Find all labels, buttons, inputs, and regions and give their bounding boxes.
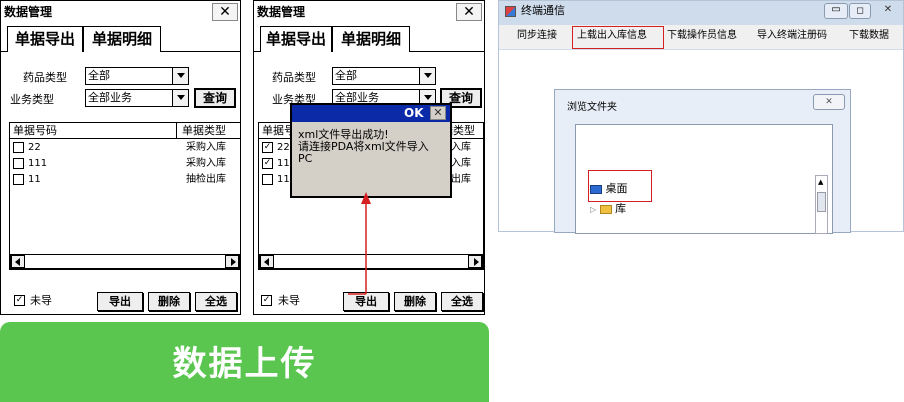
- bill-code: 22: [28, 142, 41, 153]
- chevron-down-icon[interactable]: [172, 90, 188, 106]
- biz-type-select[interactable]: 全部业务: [85, 89, 189, 107]
- app-title: 终端通信: [521, 4, 565, 17]
- bill-list: 单据号码 单据类型 22 采购入库 111 采购入库 11 抽检出库: [9, 122, 241, 270]
- table-row[interactable]: 11 抽检出库: [10, 172, 240, 188]
- column-header-bill-no[interactable]: 单据号码: [13, 123, 57, 138]
- scroll-left-icon[interactable]: [260, 255, 274, 268]
- select-all-button[interactable]: 全选: [441, 292, 483, 311]
- tab-row: 单据导出 单据明细: [254, 24, 484, 52]
- tab-bill-detail[interactable]: 单据明细: [332, 26, 410, 52]
- bill-code: 111: [28, 158, 48, 169]
- unexported-checkbox[interactable]: ✓: [14, 295, 25, 306]
- tree-item-label: 库: [615, 202, 627, 215]
- banner-title: 数据上传: [172, 344, 317, 384]
- window-title: 数据管理: [1, 1, 240, 23]
- scroll-thumb[interactable]: [817, 192, 826, 212]
- close-icon[interactable]: ✕: [873, 3, 903, 19]
- unexported-label: 未导: [278, 294, 300, 307]
- drug-type-select[interactable]: 全部: [85, 67, 189, 85]
- row-checkbox[interactable]: [13, 158, 24, 169]
- red-arrow-annotation: [348, 192, 371, 295]
- drug-type-label: 药品类型: [23, 71, 67, 84]
- table-row[interactable]: 22 采购入库: [10, 140, 240, 156]
- scroll-up-icon[interactable]: ▲: [818, 178, 823, 186]
- tab-row: 单据导出 单据明细: [1, 24, 240, 52]
- browse-close-button[interactable]: ✕: [813, 94, 845, 110]
- row-checkbox[interactable]: [13, 174, 24, 185]
- tab-bill-export[interactable]: 单据导出: [7, 26, 83, 52]
- list-header: 单据号码 单据类型: [10, 123, 240, 139]
- drug-type-select[interactable]: 全部: [332, 67, 436, 85]
- menu-download-data[interactable]: 下载数据: [849, 25, 889, 47]
- menu-import-terminal-code[interactable]: 导入终端注册码: [757, 25, 827, 47]
- dialog-message-line3: PC: [298, 152, 313, 165]
- close-button[interactable]: ✕: [212, 3, 238, 21]
- highlight-upload-menu: [572, 26, 664, 49]
- bill-code: 11: [28, 174, 41, 185]
- data-upload-banner: 数据上传: [0, 322, 489, 402]
- row-checkbox[interactable]: [262, 174, 273, 185]
- query-button[interactable]: 查询: [194, 88, 236, 108]
- highlight-desktop-item: [588, 170, 652, 202]
- export-button[interactable]: 导出: [97, 292, 143, 311]
- drug-type-value: 全部: [88, 69, 110, 82]
- drug-type-label: 药品类型: [272, 71, 316, 84]
- unexported-label: 未导: [30, 294, 52, 307]
- browse-folder-dialog: 浏览文件夹 ✕ 桌面 ▷ 库 ▲: [554, 89, 851, 234]
- export-success-dialog: OK ✕ xml文件导出成功! 请连接PDA将xml文件导入 PC: [290, 103, 452, 198]
- column-header-bill-type[interactable]: 单据类型: [182, 123, 226, 138]
- folder-icon: [599, 204, 612, 214]
- minimize-button[interactable]: ▭: [824, 3, 848, 19]
- menu-sync-connect[interactable]: 同步连接: [517, 25, 557, 47]
- row-checkbox[interactable]: ✓: [262, 142, 273, 153]
- bill-type: 采购入库: [186, 158, 226, 169]
- drug-type-value: 全部: [335, 69, 357, 82]
- row-checkbox[interactable]: [13, 142, 24, 153]
- biz-type-value: 全部业务: [88, 91, 132, 104]
- tree-vertical-scrollbar[interactable]: ▲: [815, 175, 828, 234]
- app-icon: [505, 6, 516, 17]
- ok-button[interactable]: OK: [404, 106, 424, 121]
- delete-button[interactable]: 删除: [394, 292, 436, 311]
- app-titlebar: 终端通信 ▭ ◻ ✕: [499, 1, 903, 23]
- bill-type: 抽检出库: [186, 174, 226, 185]
- row-checkbox[interactable]: ✓: [262, 158, 273, 169]
- tree-item-library[interactable]: ▷ 库: [590, 201, 626, 217]
- browse-dialog-title: 浏览文件夹: [567, 102, 617, 113]
- horizontal-scrollbar[interactable]: [10, 254, 240, 269]
- chevron-down-icon[interactable]: [172, 68, 188, 84]
- table-row[interactable]: 111 采购入库: [10, 156, 240, 172]
- unexported-checkbox[interactable]: ✓: [261, 295, 272, 306]
- window-title: 数据管理: [254, 1, 484, 23]
- dialog-message-line2: 请连接PDA将xml文件导入: [298, 140, 429, 153]
- chevron-down-icon[interactable]: [419, 68, 435, 84]
- maximize-button[interactable]: ◻: [849, 3, 871, 19]
- scroll-right-icon[interactable]: [225, 255, 239, 268]
- terminal-comm-window: 终端通信 ▭ ◻ ✕ 同步连接 上载出入库信息 下载操作员信息 导入终端注册码 …: [498, 0, 904, 234]
- expand-arrow-icon[interactable]: ▷: [590, 205, 596, 214]
- close-icon[interactable]: ✕: [430, 106, 446, 120]
- menu-download-operator-info[interactable]: 下载操作员信息: [667, 25, 737, 47]
- tab-bill-detail[interactable]: 单据明细: [83, 26, 161, 52]
- data-management-window-1: 数据管理 ✕ 单据导出 单据明细 药品类型 全部 业务类型 全部业务 查询 单据…: [0, 0, 241, 315]
- close-button[interactable]: ✕: [456, 3, 482, 21]
- bill-type: 采购入库: [186, 142, 226, 153]
- scroll-left-icon[interactable]: [11, 255, 25, 268]
- tab-bill-export[interactable]: 单据导出: [260, 26, 332, 52]
- bill-code: 22: [277, 142, 290, 153]
- dialog-titlebar: OK ✕: [292, 105, 450, 122]
- select-all-button[interactable]: 全选: [195, 292, 237, 311]
- biz-type-label: 业务类型: [10, 93, 54, 106]
- delete-button[interactable]: 删除: [148, 292, 190, 311]
- bill-code: 11: [277, 174, 290, 185]
- scroll-right-icon[interactable]: [468, 255, 482, 268]
- app-menubar: 同步连接 上载出入库信息 下载操作员信息 导入终端注册码 下载数据: [499, 25, 903, 49]
